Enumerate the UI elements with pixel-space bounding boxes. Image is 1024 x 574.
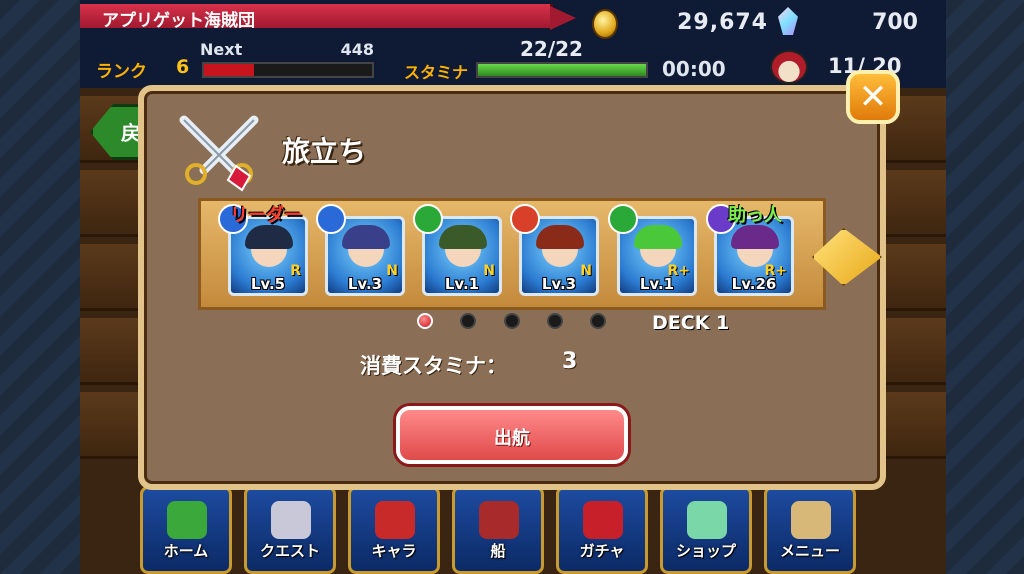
next-exp-value: 448 [340,40,374,59]
pirate-face-icon [375,501,415,539]
exp-bar [202,62,374,78]
crossed-swords-icon [271,501,311,539]
card-level: Lv.3 [541,275,577,293]
card-level: Lv.5 [250,275,286,293]
element-wind-icon [413,204,443,234]
nav-character[interactable]: キャラ [348,486,440,574]
crew-name: アプリゲット海賊団 [102,11,255,31]
close-button[interactable]: ✕ [846,70,900,124]
dialog-title: 旅立ち [282,135,367,168]
stamina-label: スタミナ [404,63,469,82]
status-header: アプリゲット海賊団 29,674 700 ランク 6 Next 448 スタミナ… [80,0,946,88]
stamina-bar [476,62,648,78]
element-water-icon [316,204,346,234]
nav-ship[interactable]: 船 [452,486,544,574]
card-level: Lv.3 [347,275,383,293]
nav-quest[interactable]: クエスト [244,486,336,574]
card-level: Lv.1 [444,275,480,293]
depart-button[interactable]: 出航 [396,406,628,464]
stamina-timer: 00:00 [662,57,726,81]
treasure-chest-icon [583,501,623,539]
card-level: Lv.1 [639,275,675,293]
deck-page-dot-active[interactable] [417,313,433,329]
ship-icon [479,501,519,539]
left-backdrop [0,0,80,574]
nav-shop[interactable]: ショップ [660,486,752,574]
deck-page-dot[interactable] [590,313,606,329]
stamina-bar-fill [478,64,646,76]
leader-tag: リーダー [230,205,302,226]
nav-home[interactable]: ホーム [140,486,232,574]
character-hair [731,225,779,249]
character-hair [245,225,293,249]
gem-amount: 700 [872,10,918,35]
bottom-nav: ホーム クエスト キャラ 船 ガチャ ショップ メニュー [140,486,924,574]
nav-label: メニュー [779,542,840,560]
right-backdrop [946,0,1024,574]
stamina-value: 22/22 [520,37,583,61]
element-wind-icon [608,204,638,234]
character-hair [342,225,390,249]
nav-label: ショップ [675,542,736,560]
deck-page-dot[interactable] [460,313,476,329]
deck-page-dot[interactable] [504,313,520,329]
character-hair [536,225,584,249]
nav-gacha[interactable]: ガチャ [556,486,648,574]
gold-amount: 29,674 [677,10,768,35]
crossed-swords-icon [179,115,259,192]
character-hair [439,225,487,249]
nav-label: キャラ [371,542,417,560]
scroll-icon [791,501,831,539]
next-label: Next [200,40,243,59]
rank-value: 6 [176,56,190,78]
nav-label: ガチャ [579,542,625,560]
deck-label: DECK 1 [652,312,730,334]
stamina-cost-label: 消費スタミナ： [360,354,507,378]
nav-label: ホーム [163,542,209,560]
nav-menu[interactable]: メニュー [764,486,856,574]
stamina-cost-value: 3 [562,349,578,374]
nav-label: 船 [490,542,506,560]
nav-label: クエスト [259,542,320,560]
element-fire-icon [510,204,540,234]
helper-tag: 助っ人 [728,205,782,226]
depart-button-label: 出航 [494,428,530,449]
close-icon: ✕ [858,77,888,117]
crew-pirate-icon [770,50,808,84]
crew-name-ribbon: アプリゲット海賊団 [80,4,553,31]
gem-icon [778,7,798,35]
rank-label: ランク [96,62,147,82]
gold-coin-icon [592,9,618,39]
exp-bar-fill [204,64,255,76]
deck-page-dot[interactable] [547,313,563,329]
character-hair [634,225,682,249]
crystal-icon [687,501,727,539]
ribbon-flag [550,6,576,30]
palm-tree-icon [167,501,207,539]
card-level: Lv.26 [731,275,777,293]
